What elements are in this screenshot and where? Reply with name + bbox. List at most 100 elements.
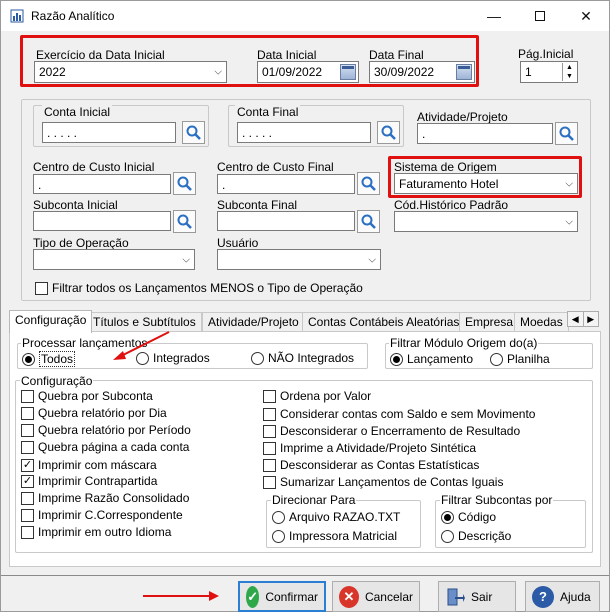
checkbox-box[interactable]: [263, 389, 276, 403]
atividade-field[interactable]: .: [417, 123, 553, 144]
data-final-field[interactable]: 30/09/2022: [369, 61, 475, 83]
checkbox-box[interactable]: [263, 441, 276, 455]
conta-inicial-field[interactable]: . . . . .: [42, 122, 176, 143]
exercicio-select[interactable]: 2022 ⌵: [34, 61, 227, 83]
chk-imprimir-mascara[interactable]: ✓ Imprimir com máscara: [21, 458, 157, 472]
chk-atividade-sintetica[interactable]: Imprime a Atividade/Projeto Sintética: [263, 441, 476, 455]
radio-circle[interactable]: [272, 510, 285, 524]
checkbox-box[interactable]: [21, 406, 34, 420]
checkbox-box[interactable]: [21, 423, 34, 437]
pag-inicial-label: Pág.Inicial: [518, 47, 574, 61]
tab-moedas[interactable]: Moedas: [514, 312, 569, 332]
search-icon: [559, 126, 574, 141]
chk-outro-idioma[interactable]: Imprimir em outro Idioma: [21, 525, 171, 539]
checkbox-box[interactable]: [21, 525, 34, 539]
checkbox-box[interactable]: [21, 491, 34, 505]
conta-inicial-lookup-button[interactable]: [182, 121, 205, 144]
radio-circle[interactable]: [490, 352, 503, 366]
chk-ordena-valor[interactable]: Ordena por Valor: [263, 389, 371, 403]
chk-razao-consolidado[interactable]: Imprime Razão Consolidado: [21, 491, 189, 505]
checkbox-box[interactable]: [21, 440, 34, 454]
conta-inicial-label: Conta Inicial: [42, 105, 113, 119]
atividade-lookup-button[interactable]: [555, 122, 578, 145]
app-icon: [10, 9, 24, 23]
subconta-inicial-field[interactable]: [33, 211, 171, 231]
checkbox-box[interactable]: [21, 389, 34, 403]
chevron-left-icon[interactable]: ◀: [568, 312, 584, 326]
radio-circle[interactable]: [22, 352, 35, 366]
chevron-right-icon[interactable]: ▶: [584, 312, 599, 326]
checkbox-box[interactable]: [263, 424, 276, 438]
radio-lancamento[interactable]: Lançamento: [390, 352, 473, 366]
radio-impressora[interactable]: Impressora Matricial: [272, 529, 397, 543]
cc-final-field[interactable]: .: [217, 174, 355, 194]
tab-configuracao[interactable]: Configuração: [9, 310, 93, 333]
chk-quebra-pagina[interactable]: Quebra página a cada conta: [21, 440, 189, 454]
tab-contas-aleatorias[interactable]: Contas Contábeis Aleatórias: [302, 312, 466, 332]
chk-imprimir-contrapartida[interactable]: ✓ Imprimir Contrapartida: [21, 474, 157, 488]
subconta-final-label: Subconta Final: [217, 198, 298, 212]
tab-label: Títulos e Subtítulos: [93, 315, 196, 329]
chk-saldo-sem-movimento[interactable]: Considerar contas com Saldo e sem Movime…: [263, 407, 535, 421]
radio-circle[interactable]: [441, 510, 454, 524]
calendar-icon[interactable]: [456, 64, 472, 80]
filtrar-todos-checkbox[interactable]: Filtrar todos os Lançamentos MENOS o Tip…: [35, 281, 363, 295]
cc-inicial-field[interactable]: .: [33, 174, 171, 194]
usuario-select[interactable]: ⌵: [217, 249, 381, 270]
cc-inicial-label: Centro de Custo Inicial: [33, 160, 155, 174]
cancelar-button[interactable]: ✕ Cancelar: [332, 581, 420, 612]
radio-todos-label: Todos: [39, 351, 76, 367]
sair-button[interactable]: Sair: [438, 581, 516, 612]
minimize-button[interactable]: —: [471, 1, 517, 31]
close-button[interactable]: ✕: [563, 1, 609, 31]
ajuda-button[interactable]: ? Ajuda: [525, 581, 600, 612]
radio-descricao[interactable]: Descrição: [441, 529, 511, 543]
radio-todos[interactable]: Todos: [22, 351, 76, 367]
chk-c-correspondente[interactable]: Imprimir C.Correspondente: [21, 508, 183, 522]
checkbox-box[interactable]: [263, 475, 276, 489]
chk-encerramento-resultado[interactable]: Desconsiderar o Encerramento de Resultad…: [263, 424, 520, 438]
chk-quebra-periodo[interactable]: Quebra relatório por Período: [21, 423, 191, 437]
subconta-final-field[interactable]: [217, 211, 355, 231]
checkbox-box[interactable]: [21, 508, 34, 522]
confirmar-button[interactable]: ✓ Confirmar: [238, 581, 326, 612]
check-icon[interactable]: ✓: [21, 458, 34, 472]
radio-circle[interactable]: [251, 351, 264, 365]
filtrar-todos-label: Filtrar todos os Lançamentos MENOS o Tip…: [52, 281, 363, 295]
spin-down-icon[interactable]: ▼: [563, 72, 576, 81]
cc-inicial-lookup-button[interactable]: [173, 172, 196, 195]
subconta-inicial-label: Subconta Inicial: [33, 198, 118, 212]
radio-nao-integrados[interactable]: NÃO Integrados: [251, 351, 354, 365]
checkbox-box[interactable]: [263, 458, 276, 472]
chk-quebra-subconta[interactable]: Quebra por Subconta: [21, 389, 153, 403]
radio-planilha[interactable]: Planilha: [490, 352, 550, 366]
tab-atividade-projeto[interactable]: Atividade/Projeto: [202, 312, 305, 332]
cc-final-lookup-button[interactable]: [357, 172, 380, 195]
tab-empresa[interactable]: Empresa: [459, 312, 520, 332]
pag-inicial-stepper[interactable]: 1 ▲ ▼: [520, 61, 578, 83]
radio-circle[interactable]: [272, 529, 285, 543]
checkbox-box[interactable]: [263, 407, 276, 421]
calendar-icon[interactable]: [340, 64, 356, 80]
cancelar-label: Cancelar: [364, 589, 413, 604]
conta-final-field[interactable]: . . . . .: [237, 122, 371, 143]
radio-circle[interactable]: [441, 529, 454, 543]
subconta-final-lookup-button[interactable]: [357, 210, 380, 233]
subconta-inicial-lookup-button[interactable]: [173, 210, 196, 233]
maximize-button[interactable]: [517, 1, 563, 31]
chk-contas-estatisticas[interactable]: Desconsiderar as Contas Estatísticas: [263, 458, 479, 472]
tipo-operacao-select[interactable]: ⌵: [33, 249, 195, 270]
chk-quebra-dia[interactable]: Quebra relatório por Dia: [21, 406, 167, 420]
radio-circle[interactable]: [390, 352, 403, 366]
cod-historico-select[interactable]: ⌵: [394, 211, 578, 232]
radio-codigo[interactable]: Código: [441, 510, 496, 524]
data-inicial-field[interactable]: 01/09/2022: [257, 61, 359, 83]
radio-arquivo[interactable]: Arquivo RAZAO.TXT: [272, 510, 400, 524]
spin-up-icon[interactable]: ▲: [563, 63, 576, 72]
conta-final-lookup-button[interactable]: [377, 121, 400, 144]
check-icon[interactable]: ✓: [21, 474, 34, 488]
chk-sumarizar-lancamentos[interactable]: Sumarizar Lançamentos de Contas Iguais: [263, 475, 503, 489]
checkbox-box[interactable]: [35, 281, 48, 295]
data-inicial-value: 01/09/2022: [262, 65, 323, 79]
chk-label: Sumarizar Lançamentos de Contas Iguais: [280, 475, 504, 489]
